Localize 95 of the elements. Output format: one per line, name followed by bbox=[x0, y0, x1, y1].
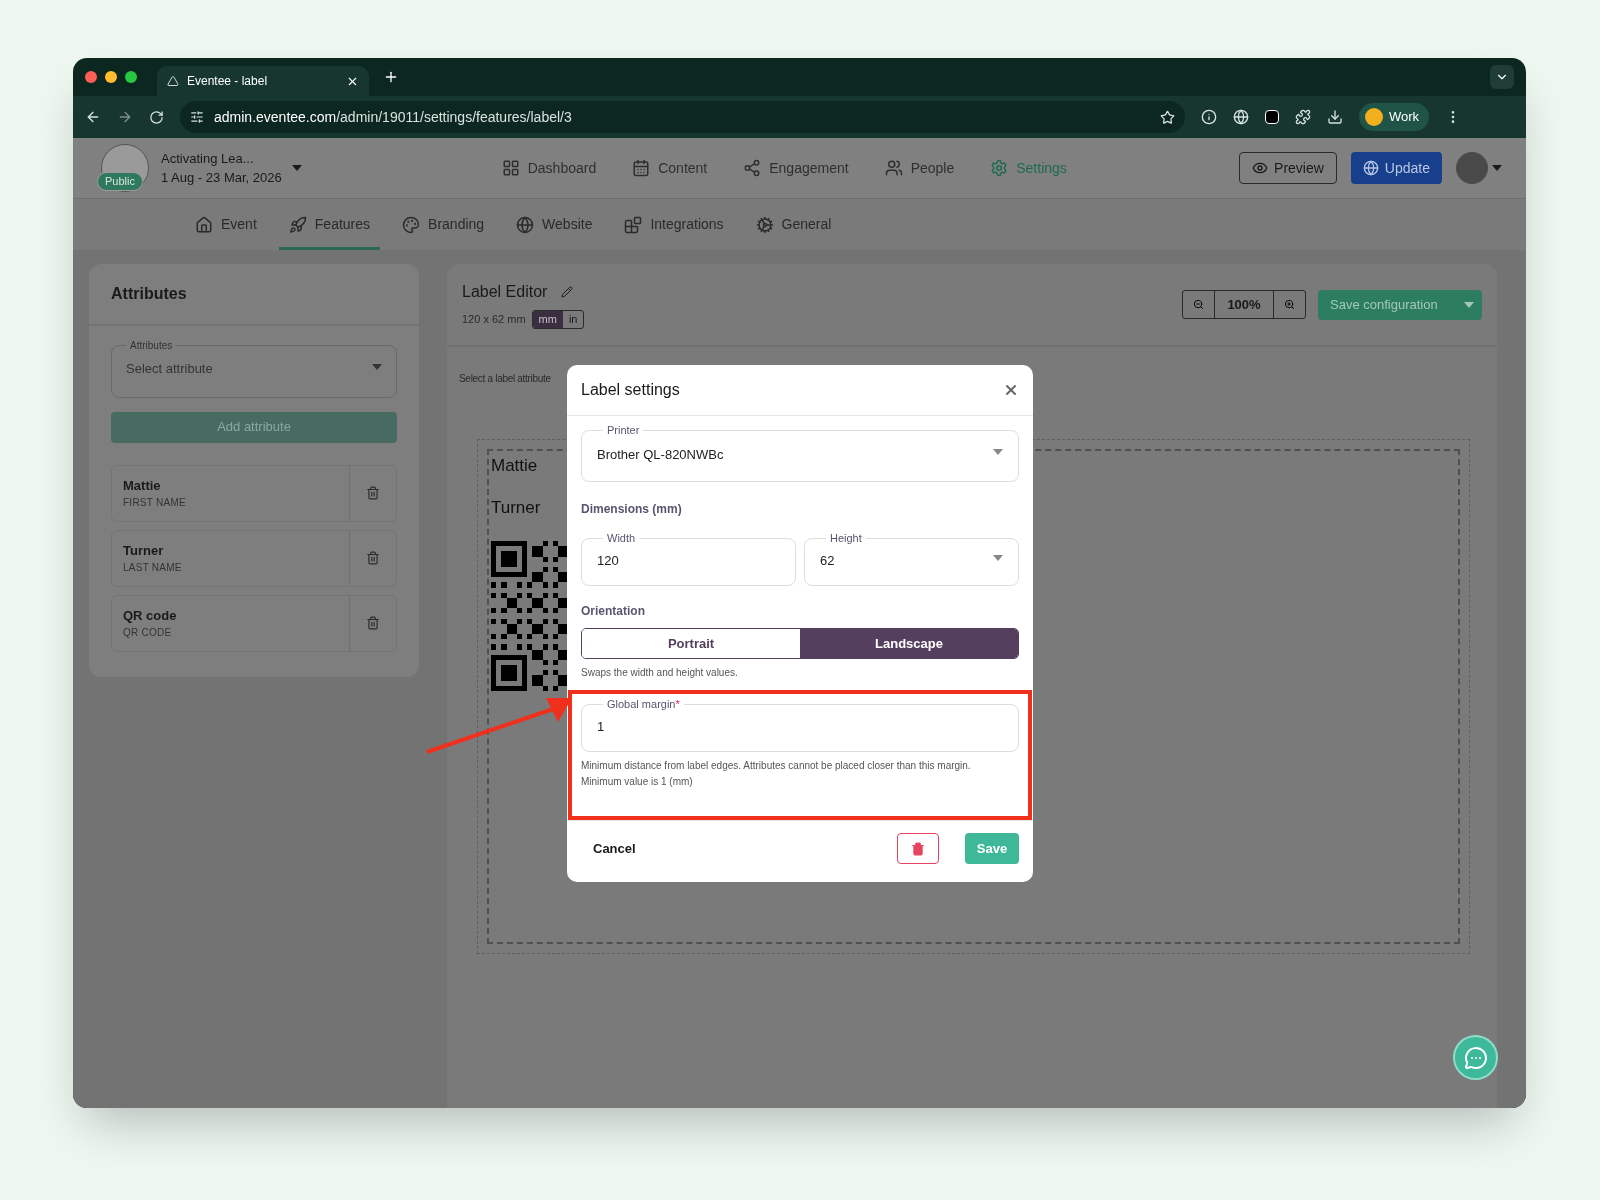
people-icon bbox=[884, 159, 903, 177]
zoom-in-icon bbox=[1284, 299, 1295, 310]
palette-icon bbox=[402, 215, 421, 234]
attribute-type: QR CODE bbox=[123, 626, 173, 641]
extension-icon[interactable] bbox=[1233, 109, 1249, 125]
new-tab-icon[interactable] bbox=[383, 69, 399, 85]
attribute-item[interactable]: QR code QR CODE bbox=[111, 594, 397, 652]
field-label: Printer bbox=[606, 423, 641, 439]
helper-text: Minimum distance from label edges. Attributes cannot be placed closer than this margin. Minimum value is 1 (mm) bbox=[581, 759, 972, 790]
update-button[interactable]: Update bbox=[1350, 152, 1442, 184]
delete-icon[interactable] bbox=[366, 551, 380, 565]
site-logo-icon bbox=[167, 75, 179, 87]
tab-list-button[interactable] bbox=[1490, 65, 1514, 89]
zoom-out-icon bbox=[1193, 299, 1204, 310]
settings-icon bbox=[990, 159, 1009, 177]
field-label: Attributes bbox=[129, 339, 174, 353]
field-label: Global margin* bbox=[606, 697, 681, 713]
profile-button[interactable]: Work bbox=[1359, 103, 1430, 131]
field-label: Height bbox=[829, 531, 863, 547]
tab-title: Eventee - label bbox=[187, 73, 269, 90]
delete-icon[interactable] bbox=[366, 486, 380, 500]
caret-icon bbox=[993, 449, 1003, 456]
globe-icon bbox=[1362, 160, 1379, 176]
section-heading: Dimensions (mm) bbox=[581, 501, 683, 519]
helper-text: Swaps the width and height values. bbox=[581, 666, 739, 681]
nav-link[interactable]: People bbox=[884, 157, 955, 179]
delete-icon[interactable] bbox=[366, 616, 380, 630]
field-label: Width bbox=[606, 531, 637, 547]
save-configuration-button[interactable]: Save configuration bbox=[1318, 289, 1482, 320]
nav-link[interactable]: Content bbox=[632, 157, 708, 179]
attribute-name: QR code bbox=[123, 606, 178, 625]
chat-icon bbox=[1463, 1045, 1488, 1070]
caret-icon bbox=[993, 555, 1003, 562]
back-icon[interactable] bbox=[85, 109, 101, 125]
label-size: 120 x 62 mm bbox=[462, 312, 526, 328]
attribute-item[interactable]: Turner LAST NAME bbox=[111, 529, 397, 587]
forward-icon[interactable] bbox=[117, 109, 133, 125]
attribute-type: LAST NAME bbox=[123, 561, 183, 576]
attribute-name: Turner bbox=[123, 541, 165, 560]
nav-link[interactable]: Engagement bbox=[743, 157, 849, 179]
attribute-select[interactable]: Attributes Select attribute bbox=[111, 338, 397, 398]
url-text: admin.eventee.com/admin/19011/settings/features/label/3 bbox=[214, 107, 573, 127]
globe-icon bbox=[516, 215, 535, 234]
calendar-icon bbox=[632, 159, 651, 177]
sub-nav-tab[interactable]: Integrations bbox=[614, 202, 734, 250]
address-bar[interactable]: admin.eventee.com/admin/19011/settings/features/label/3 bbox=[180, 101, 1185, 133]
zoom-level: 100% bbox=[1226, 295, 1262, 314]
rocket-icon bbox=[288, 215, 307, 234]
caret-icon bbox=[1464, 301, 1474, 308]
profile-avatar-icon bbox=[1365, 108, 1383, 126]
public-badge: Public bbox=[97, 172, 143, 191]
cancel-button[interactable]: Cancel bbox=[581, 833, 648, 865]
attribute-item[interactable]: Mattie FIRST NAME bbox=[111, 464, 397, 522]
unit-toggle[interactable]: in bbox=[562, 311, 584, 328]
home-icon bbox=[195, 215, 213, 234]
attribute-type: FIRST NAME bbox=[123, 496, 187, 511]
sub-nav-tab[interactable]: Event bbox=[185, 202, 267, 250]
close-window-button[interactable] bbox=[85, 71, 97, 83]
reload-icon[interactable] bbox=[149, 109, 164, 125]
browser-tab[interactable]: Eventee - label bbox=[157, 66, 369, 96]
trash-icon bbox=[911, 841, 925, 856]
save-button[interactable]: Save bbox=[965, 833, 1019, 865]
add-attribute-button[interactable]: Add attribute bbox=[111, 411, 397, 443]
site-settings-icon[interactable] bbox=[190, 110, 204, 124]
sub-nav-tab[interactable]: Branding bbox=[392, 202, 495, 250]
caret-icon bbox=[372, 363, 382, 370]
nav-link[interactable]: Dashboard bbox=[501, 157, 597, 179]
edit-icon[interactable] bbox=[561, 286, 574, 299]
minimize-window-button[interactable] bbox=[105, 71, 117, 83]
editor-title: Label Editor bbox=[462, 282, 548, 303]
maximize-window-button[interactable] bbox=[125, 71, 137, 83]
grid-icon bbox=[501, 159, 520, 177]
section-heading: Orientation bbox=[581, 603, 646, 621]
share-icon bbox=[743, 159, 762, 177]
event-name: Activating Lea... bbox=[161, 149, 255, 168]
orientation-option[interactable]: Landscape bbox=[800, 629, 1018, 659]
extension-icon[interactable] bbox=[1201, 109, 1217, 125]
eye-icon bbox=[1252, 160, 1269, 176]
hint-text: Select a label attribute bbox=[459, 371, 551, 386]
delete-button[interactable] bbox=[897, 833, 939, 865]
caret-icon bbox=[291, 165, 302, 171]
sub-nav-tab[interactable]: Website bbox=[506, 202, 603, 250]
event-dates: 1 Aug - 23 Mar, 2026 bbox=[161, 169, 282, 187]
download-icon[interactable] bbox=[1327, 109, 1343, 125]
preview-button[interactable]: Preview bbox=[1239, 152, 1337, 184]
caret-icon bbox=[1492, 165, 1502, 171]
unit-toggle[interactable]: mm bbox=[532, 311, 563, 328]
extensions-icon[interactable] bbox=[1295, 109, 1311, 125]
bookmark-star-icon[interactable] bbox=[1160, 109, 1175, 125]
panel-title: Attributes bbox=[111, 284, 187, 304]
dialog-title: Label settings bbox=[581, 380, 681, 401]
attribute-name: Mattie bbox=[123, 476, 162, 495]
sub-nav-tab[interactable]: Features bbox=[278, 202, 381, 250]
blocks-icon bbox=[624, 215, 643, 234]
sub-nav-tab[interactable]: General bbox=[745, 202, 842, 250]
